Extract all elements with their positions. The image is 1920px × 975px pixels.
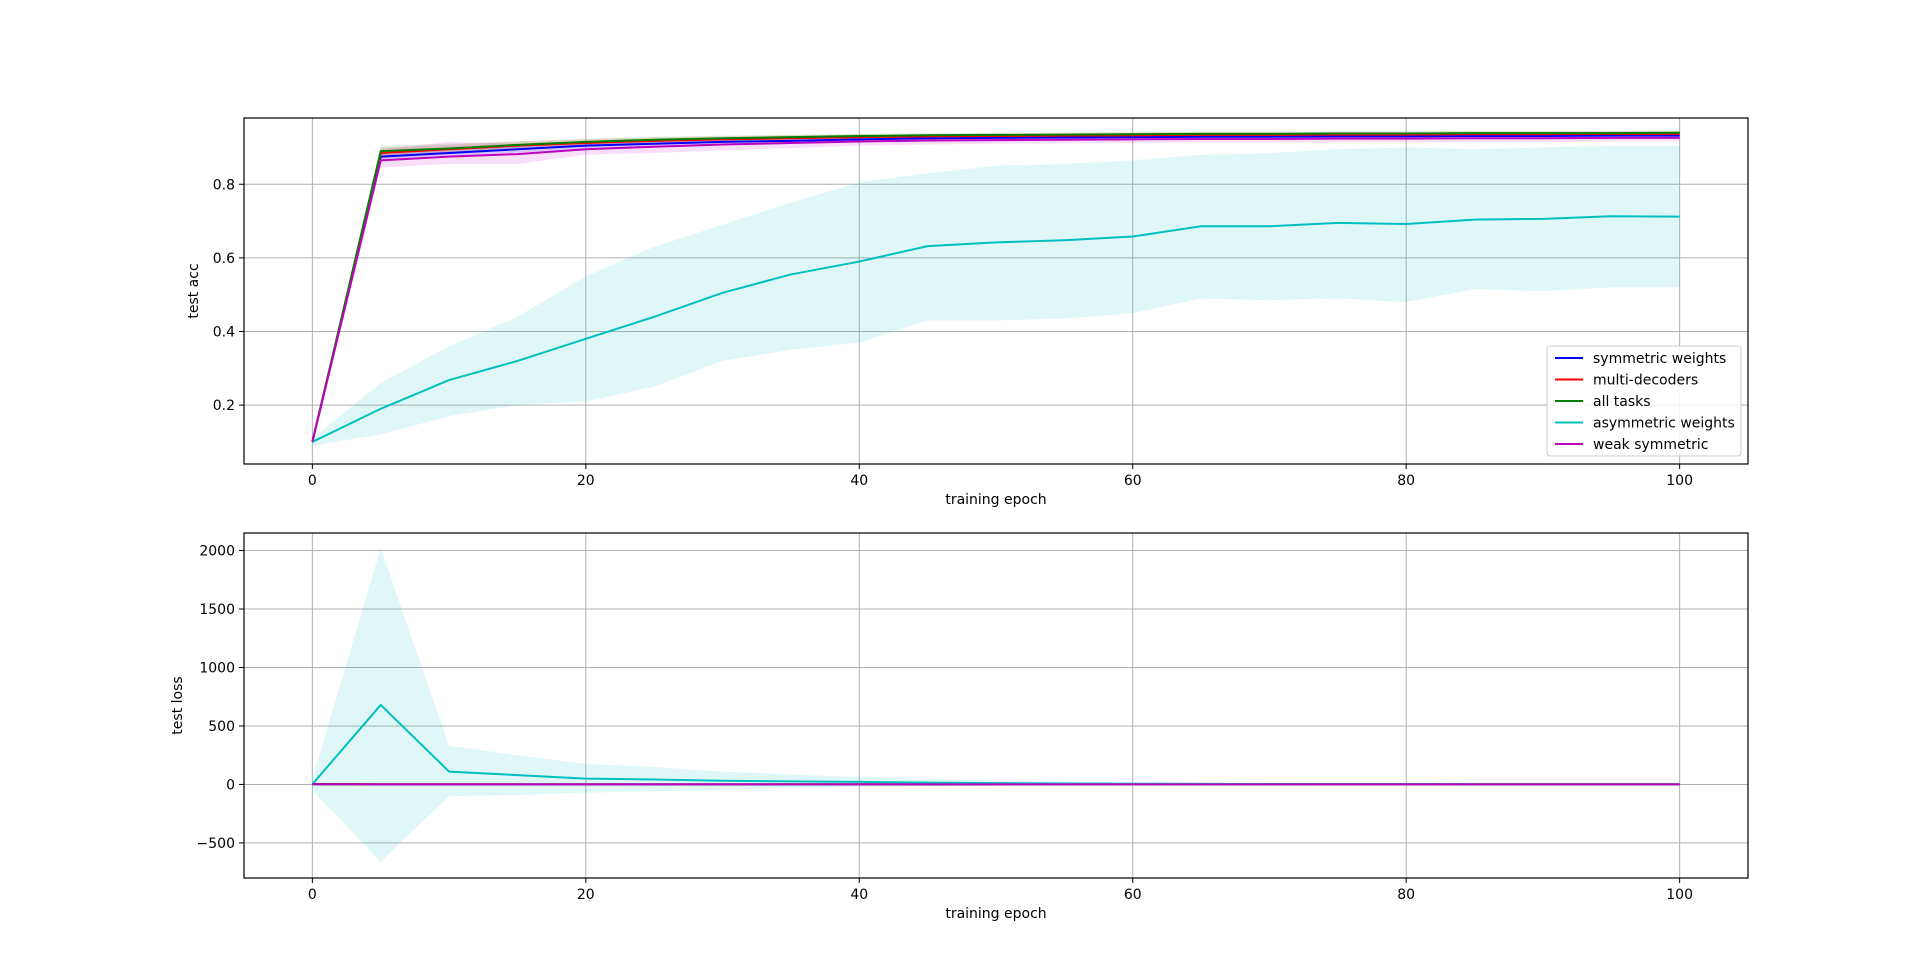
- legend: symmetric weights multi-decoders all tas…: [1546, 345, 1742, 457]
- legend-label-asymmetric-weights: asymmetric weights: [1593, 416, 1735, 432]
- legend-label-multi-decoders: multi-decoders: [1593, 373, 1698, 389]
- loss-x-tick-label: 40: [850, 887, 868, 903]
- accuracy-y-tick-label: 0.8: [213, 177, 235, 193]
- loss-x-axis-label: training epoch: [945, 906, 1046, 922]
- accuracy-y-tick-label: 0.6: [213, 251, 235, 267]
- loss-grid: [244, 533, 1748, 878]
- loss-x-tick-label: 80: [1397, 887, 1415, 903]
- loss-y-tick-label: 0: [226, 777, 235, 793]
- loss-x-tick-label: 0: [308, 887, 317, 903]
- loss-x-tick-label: 100: [1666, 887, 1693, 903]
- accuracy-y-axis-label: test acc: [186, 263, 202, 318]
- accuracy-x-tick-label: 80: [1397, 473, 1415, 489]
- loss-y-tick-label: 2000: [199, 544, 235, 560]
- accuracy-chart: 0 20 40 60 80 1000.20.40.60.8 training epoch …: [186, 117, 1749, 508]
- accuracy-x-tick-label: 60: [1124, 473, 1142, 489]
- legend-label-all-tasks: all tasks: [1593, 394, 1651, 410]
- loss-error-bands: [312, 548, 1680, 862]
- figure-canvas: 0 20 40 60 80 1000.20.40.60.8 training epoch …: [170, 117, 1749, 922]
- loss-y-tick-label: −500: [197, 836, 235, 852]
- accuracy-x-axis-label: training epoch: [945, 492, 1046, 508]
- accuracy-band-asymmetric-weights: [312, 145, 1680, 446]
- loss-band-asymmetric-weights: [312, 548, 1680, 862]
- loss-x-tick-label: 20: [577, 887, 595, 903]
- loss-chart: 0 20 40 60 80 100 −500 0 500 1000 1500 2000 trainin…: [170, 532, 1749, 922]
- legend-label-weak-symmetric: weak symmetric: [1593, 437, 1709, 453]
- accuracy-error-bands: [312, 130, 1680, 446]
- accuracy-y-tick-label: 0.4: [213, 324, 235, 340]
- loss-y-tick-label: 500: [208, 719, 235, 735]
- loss-y-axis-label: test loss: [170, 676, 186, 734]
- accuracy-x-tick-label: 100: [1666, 473, 1693, 489]
- legend-label-symmetric-weights: symmetric weights: [1593, 351, 1726, 367]
- accuracy-x-tick-label: 0: [308, 473, 317, 489]
- accuracy-x-tick-label: 20: [577, 473, 595, 489]
- accuracy-y-tick-label: 0.2: [213, 398, 235, 414]
- accuracy-x-tick-label: 40: [850, 473, 868, 489]
- loss-y-tick-label: 1000: [199, 660, 235, 676]
- loss-x-tick-label: 60: [1124, 887, 1142, 903]
- loss-y-tick-label: 1500: [199, 602, 235, 618]
- loss-axes-frame: [243, 532, 1749, 879]
